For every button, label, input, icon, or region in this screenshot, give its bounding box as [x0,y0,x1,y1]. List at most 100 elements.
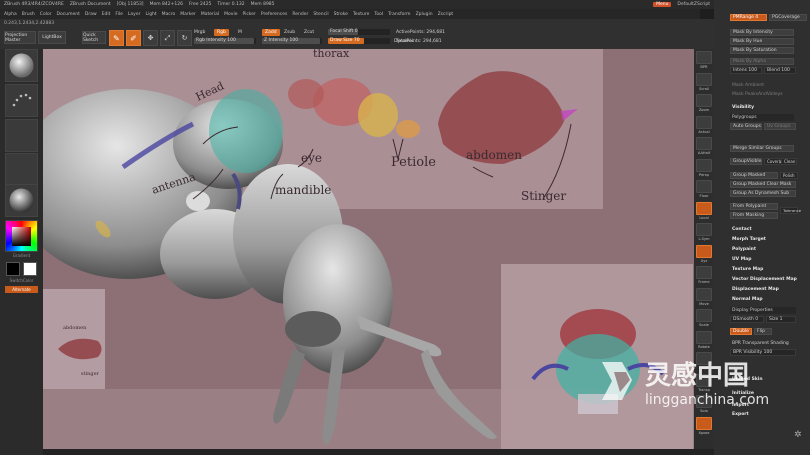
mask-by-intensity-button[interactable]: Mask By Intensity [730,29,794,36]
auto-groups-button[interactable]: Auto Groups [730,123,762,130]
clean-slider[interactable]: Clean [781,158,797,165]
stroke-thumbnail[interactable] [5,84,38,117]
pg-coverage-slider[interactable]: PGCoverage [769,14,807,21]
menu-item-color[interactable]: Color [40,12,52,17]
double-toggle[interactable]: Double [730,328,752,335]
mask-by-hue-button[interactable]: Mask By Hue [730,38,794,45]
default-zscript-button[interactable]: DefaultZScript [677,2,710,7]
local-button[interactable] [696,201,712,215]
group-masked-clear-mask-button[interactable]: Group Masked Clear Mask [730,181,796,188]
scroll-button[interactable] [696,72,712,86]
from-masking-button[interactable]: From Masking [730,212,778,219]
menu-button[interactable]: Menu [653,2,672,7]
contact-header[interactable]: Contact [730,226,794,233]
bpr-button[interactable] [696,51,712,64]
displacement-map-header[interactable]: Displacement Map [730,286,794,293]
tolerance-slider[interactable]: Tolerance [780,207,801,214]
m-toggle[interactable]: M [238,30,242,35]
gradient-label[interactable]: Gradient [0,253,43,258]
xyz-button[interactable] [696,244,712,258]
menu-item-picker[interactable]: Picker [242,12,255,17]
z-intensity-slider[interactable]: Z Intensity 100 [262,38,322,44]
draw-size-slider[interactable]: Draw Size 70 [328,38,390,44]
menu-item-movie[interactable]: Movie [224,12,237,17]
blend-slider[interactable]: Blend 100 [764,67,796,74]
main-color-swatch[interactable] [6,262,20,276]
menu-item-macro[interactable]: Macro [162,12,176,17]
menu-item-light[interactable]: Light [145,12,156,17]
move-button[interactable]: ✥ [143,30,158,46]
from-polypaint-button[interactable]: From Polypaint [730,203,778,210]
zoom-button[interactable] [696,94,712,107]
color-picker-square[interactable] [12,227,31,246]
merge-similar-groups-button[interactable]: Merge Similar Groups [730,145,794,152]
menu-item-render[interactable]: Render [292,12,308,17]
menu-item-layer[interactable]: Layer [128,12,141,17]
dsmooth-slider[interactable]: DSmooth 0 [730,316,764,323]
lightbox-button[interactable]: LightBox [38,31,66,44]
alpha-thumbnail[interactable] [5,119,38,152]
normal-map-header[interactable]: Normal Map [730,296,794,303]
coverage-slider[interactable]: Coverage [764,158,786,165]
menu-item-marker[interactable]: Marker [180,12,196,17]
menu-item-texture[interactable]: Texture [353,12,369,17]
scale-button[interactable] [696,309,712,322]
floor-button[interactable] [696,180,712,193]
uv-groups-button[interactable]: Uv Groups [764,123,796,130]
export-header[interactable]: Export [730,411,794,418]
mrgb-toggle[interactable]: Mrgb [194,30,205,35]
mask-by-saturation-button[interactable]: Mask By Saturation [730,47,794,54]
polypaint-header[interactable]: Polypaint [730,246,794,253]
intens-slider[interactable]: Intens 100 [730,67,762,74]
secondary-color-swatch[interactable] [23,262,37,276]
menu-item-tool[interactable]: Tool [374,12,383,17]
menu-item-transform[interactable]: Transform [388,12,410,17]
rotate-button[interactable] [696,330,712,344]
frame-button[interactable] [696,266,712,279]
menu-item-alpha[interactable]: Alpha [4,12,17,17]
texture-map-header[interactable]: Texture Map [730,266,794,273]
polish-slider[interactable]: Polish [780,172,798,179]
persp-button[interactable] [696,158,712,172]
group-visible-button[interactable]: GroupVisible [730,158,762,165]
vector-displacement-map-header[interactable]: Vector Displacement Map [730,276,808,283]
alternate-button[interactable]: Alternate [5,286,38,293]
zsub-toggle[interactable]: Zsub [284,30,295,35]
rotate-button[interactable]: ↻ [177,30,192,46]
xpose-button[interactable] [696,416,712,430]
l-sym-button[interactable] [696,223,712,236]
uv-map-header[interactable]: UV Map [730,256,794,263]
rgb-intensity-slider[interactable]: Rgb Intensity 100 [194,38,256,44]
display-properties-header[interactable]: Display Properties [730,307,796,314]
menu-item-preferences[interactable]: Preferences [261,12,287,17]
menu-item-zplugin[interactable]: Zplugin [416,12,433,17]
mask-ambient-button[interactable]: Mask Ambient [730,82,794,89]
menu-item-edit[interactable]: Edit [102,12,111,17]
polygroups-header[interactable]: Polygroups [730,114,794,121]
menu-item-brush[interactable]: Brush [22,12,35,17]
edit-button[interactable]: ✎ [109,30,124,46]
visibility-header[interactable]: Visibility [730,104,794,111]
focal-shift-slider[interactable]: Focal Shift 0 [328,29,390,35]
morph-target-header[interactable]: Morph Target [730,236,794,243]
size-slider[interactable]: Size 1 [766,316,796,323]
quick-sketch-button[interactable]: Quick Sketch [82,31,106,44]
material-thumbnail[interactable] [5,184,38,217]
group-as-dynamesh-sub-button[interactable]: Group As Dynamesh Sub [730,190,796,197]
projection-master-button[interactable]: Projection Master [4,31,36,44]
group-masked-button[interactable]: Group Masked [730,172,778,179]
rgb-toggle[interactable]: Rgb [214,29,229,36]
menu-item-file[interactable]: File [115,12,123,17]
menu-item-draw[interactable]: Draw [85,12,97,17]
zcut-toggle[interactable]: Zcut [304,30,314,35]
switch-color-label[interactable]: SwitchColor [0,278,43,283]
mask-by-alpha-button[interactable]: Mask By Alpha [730,58,794,65]
scale-button[interactable]: ⤢ [160,30,175,46]
menu-item-material[interactable]: Material [201,12,219,17]
texture-thumbnail[interactable] [5,153,38,186]
move-button[interactable] [696,287,712,301]
flip-toggle[interactable]: Flip [754,328,772,335]
menu-item-zscript[interactable]: Zscript [438,12,454,17]
pm-range-slider[interactable]: PMRange 4 [730,14,767,21]
menu-item-document[interactable]: Document [57,12,80,17]
